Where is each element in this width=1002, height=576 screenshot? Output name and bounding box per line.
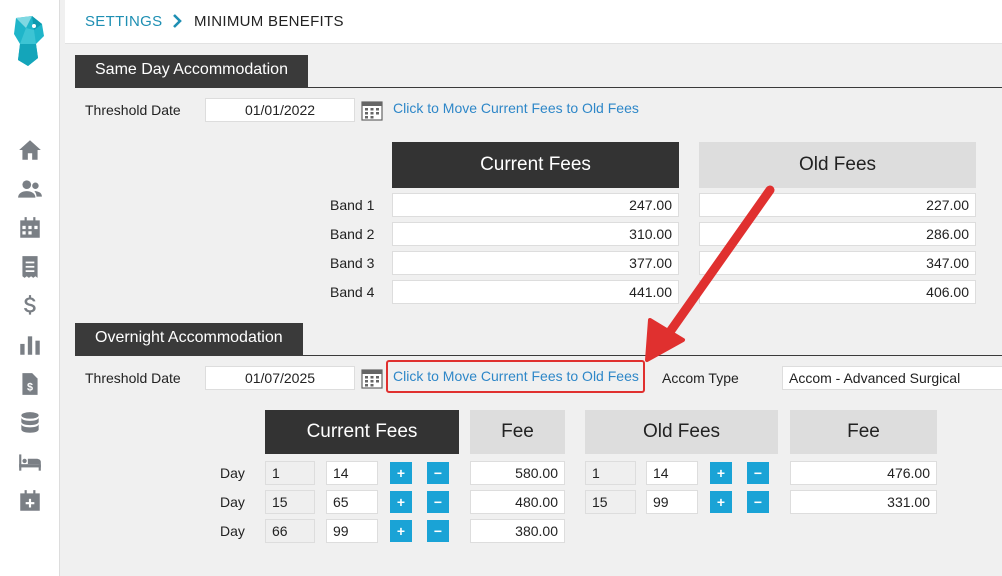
same-day-move-fees-link[interactable]: Click to Move Current Fees to Old Fees — [393, 100, 639, 116]
band-label: Band 3 — [330, 255, 375, 271]
database-icon[interactable] — [14, 409, 46, 437]
bed-icon[interactable] — [14, 448, 46, 476]
add-old-row-button[interactable]: + — [710, 491, 732, 513]
overnight-section-title: Overnight Accommodation — [75, 323, 303, 355]
day-from-input[interactable] — [265, 461, 315, 485]
band-4-current-fee-input[interactable] — [392, 280, 679, 304]
day-to-input[interactable] — [326, 519, 378, 543]
dog-logo-icon — [14, 16, 44, 66]
add-row-button[interactable]: + — [390, 491, 412, 513]
day-label: Day — [220, 523, 245, 539]
bar-chart-icon[interactable] — [14, 331, 46, 359]
band-2-current-fee-input[interactable] — [392, 222, 679, 246]
day-from-input[interactable] — [265, 519, 315, 543]
breadcrumb-settings-link[interactable]: SETTINGS — [85, 13, 162, 30]
remove-old-row-button[interactable]: − — [747, 462, 769, 484]
band-3-current-fee-input[interactable] — [392, 251, 679, 275]
band-2-old-fee-input[interactable] — [699, 222, 976, 246]
overnight-current-fees-header: Current Fees — [265, 410, 459, 454]
svg-text:$: $ — [27, 382, 33, 394]
same-day-threshold-date-input[interactable] — [205, 98, 355, 122]
band-label: Band 4 — [330, 284, 375, 300]
band-1-current-fee-input[interactable] — [392, 193, 679, 217]
calendar-icon[interactable] — [14, 214, 46, 242]
calendar-picker-icon[interactable] — [361, 367, 383, 389]
day-label: Day — [220, 465, 245, 481]
users-icon[interactable] — [14, 175, 46, 203]
same-day-threshold-label: Threshold Date — [85, 102, 181, 118]
remove-row-button[interactable]: − — [427, 491, 449, 513]
invoice-icon[interactable]: $ — [14, 370, 46, 398]
old-day-from-input[interactable] — [585, 490, 636, 514]
accom-type-select[interactable]: Accom - Advanced Surgical — [782, 366, 1002, 390]
band-1-old-fee-input[interactable] — [699, 193, 976, 217]
chevron-right-icon — [173, 14, 182, 28]
day-fee-input[interactable] — [470, 461, 565, 485]
overnight-old-fee-header: Fee — [790, 410, 937, 454]
same-day-current-fees-header: Current Fees — [392, 142, 679, 188]
band-4-old-fee-input[interactable] — [699, 280, 976, 304]
section-divider — [75, 355, 1002, 356]
add-row-button[interactable]: + — [390, 520, 412, 542]
old-day-to-input[interactable] — [646, 490, 698, 514]
old-day-from-input[interactable] — [585, 461, 636, 485]
main-content: SETTINGS MINIMUM BENEFITS Same Day Accom… — [65, 0, 1002, 576]
band-label: Band 2 — [330, 226, 375, 242]
sidebar: $ — [0, 0, 60, 576]
day-to-input[interactable] — [326, 490, 378, 514]
add-old-row-button[interactable]: + — [710, 462, 732, 484]
overnight-threshold-label: Threshold Date — [85, 370, 181, 386]
day-fee-input[interactable] — [470, 490, 565, 514]
old-day-fee-input[interactable] — [790, 461, 937, 485]
accom-type-label: Accom Type — [662, 370, 739, 386]
band-label: Band 1 — [330, 197, 375, 213]
day-from-input[interactable] — [265, 490, 315, 514]
section-divider — [75, 87, 1002, 88]
breadcrumb-current: MINIMUM BENEFITS — [194, 13, 344, 30]
dollar-icon[interactable] — [14, 292, 46, 320]
day-fee-input[interactable] — [470, 519, 565, 543]
day-to-input[interactable] — [326, 461, 378, 485]
remove-row-button[interactable]: − — [427, 462, 449, 484]
topbar: SETTINGS MINIMUM BENEFITS — [65, 0, 1002, 44]
calendar-picker-icon[interactable] — [361, 99, 383, 121]
remove-old-row-button[interactable]: − — [747, 491, 769, 513]
day-label: Day — [220, 494, 245, 510]
home-icon[interactable] — [14, 136, 46, 164]
receipt-icon[interactable] — [14, 253, 46, 281]
band-3-old-fee-input[interactable] — [699, 251, 976, 275]
same-day-old-fees-header: Old Fees — [699, 142, 976, 188]
remove-row-button[interactable]: − — [427, 520, 449, 542]
calendar-add-icon[interactable] — [14, 487, 46, 515]
annotation-highlight-box — [386, 360, 645, 393]
overnight-threshold-date-input[interactable] — [205, 366, 355, 390]
same-day-section-title: Same Day Accommodation — [75, 55, 308, 87]
add-row-button[interactable]: + — [390, 462, 412, 484]
overnight-old-fees-header: Old Fees — [585, 410, 778, 454]
overnight-fee-header: Fee — [470, 410, 565, 454]
old-day-to-input[interactable] — [646, 461, 698, 485]
old-day-fee-input[interactable] — [790, 490, 937, 514]
